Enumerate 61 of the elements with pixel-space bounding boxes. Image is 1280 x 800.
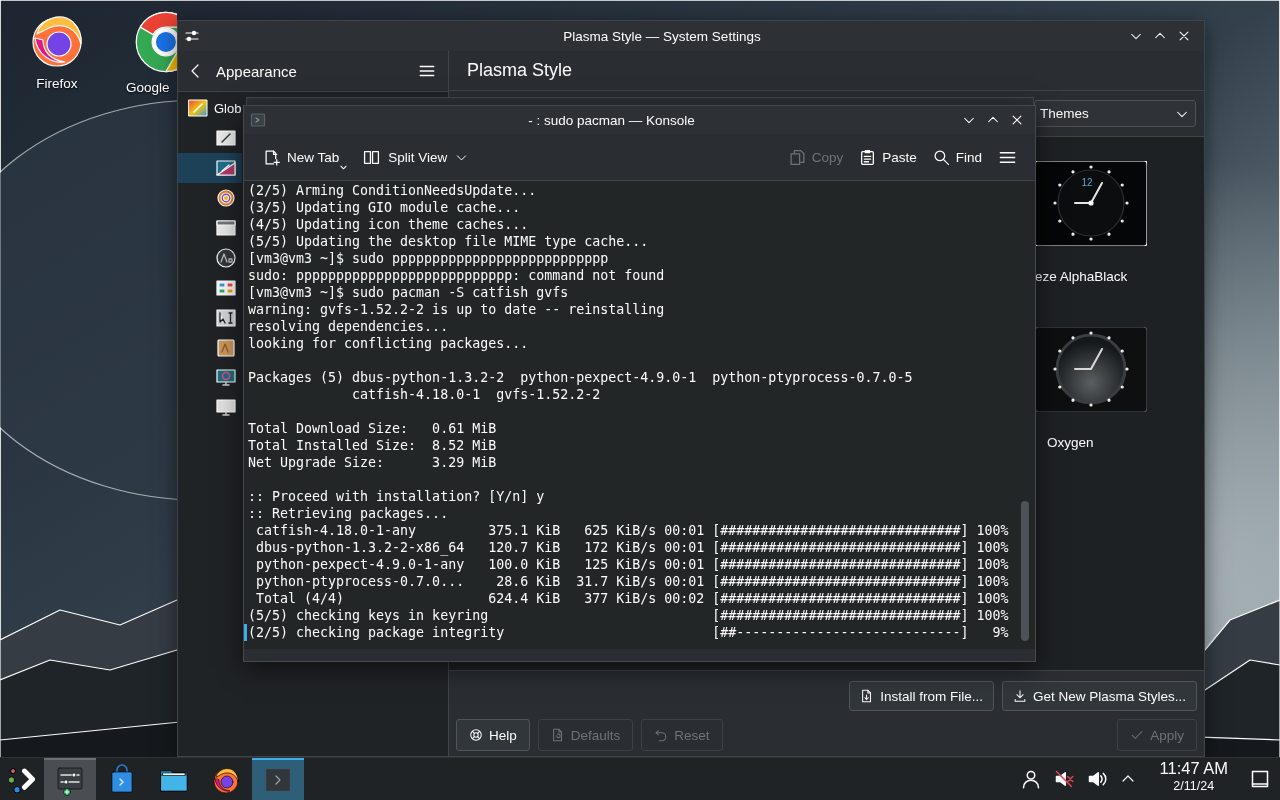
theme-name: eze AlphaBlack xyxy=(1035,269,1128,284)
paste-button[interactable]: Paste xyxy=(853,144,923,170)
launcher-icon xyxy=(9,767,35,793)
icon-label: Google xyxy=(126,80,170,95)
new-tab-icon xyxy=(264,148,281,166)
terminal-icon xyxy=(250,112,266,128)
search-icon xyxy=(932,148,950,166)
fonts-icon xyxy=(216,248,236,268)
clock[interactable]: 11:47 AM 2/11/24 xyxy=(1153,758,1234,800)
mute-button[interactable] xyxy=(1053,769,1074,789)
splash-screen-icon xyxy=(216,368,236,388)
sliders-icon xyxy=(184,28,200,44)
icon-label: Firefox xyxy=(36,76,78,91)
help-button[interactable]: Help xyxy=(456,719,530,751)
user-icon xyxy=(1020,769,1041,789)
show-desktop-button[interactable] xyxy=(1250,769,1270,789)
sidebar-header: Appearance xyxy=(216,62,298,80)
sliders-icon xyxy=(54,764,86,796)
text-cursor xyxy=(244,624,247,641)
colors-icon xyxy=(216,128,236,148)
global-theme-icon xyxy=(188,98,208,118)
page-title: Plasma Style xyxy=(467,60,573,81)
close-icon xyxy=(1177,29,1191,43)
user-button[interactable] xyxy=(1020,769,1041,789)
caret-icon xyxy=(340,164,348,170)
volume-button[interactable] xyxy=(1086,769,1107,789)
document-icon xyxy=(550,728,565,742)
checkmark-icon xyxy=(1130,728,1145,742)
login-screen-icon xyxy=(216,398,236,418)
muted-speaker-icon xyxy=(1053,769,1074,789)
theme-name: Oxygen xyxy=(1047,435,1094,450)
close-icon xyxy=(1010,113,1024,127)
plasma-style-icon xyxy=(216,158,236,178)
cursors-icon xyxy=(216,308,236,328)
show-desktop-icon xyxy=(1250,769,1270,789)
download-icon xyxy=(1012,689,1027,703)
split-view-icon xyxy=(363,148,381,166)
undo-icon xyxy=(654,728,669,742)
new-tab-button[interactable]: New Tab xyxy=(258,144,346,170)
font-management-icon xyxy=(216,338,236,358)
window-title: Plasma Style — System Settings xyxy=(562,28,762,44)
clock-numeral: 12 xyxy=(1081,177,1093,188)
download-button[interactable]: Get New Plasma Styles... xyxy=(1001,681,1197,711)
filter-dropdown[interactable]: Themes xyxy=(1034,100,1196,127)
konsole-task[interactable] xyxy=(252,758,304,800)
install-button[interactable]: Install from File... xyxy=(849,681,994,711)
split-view-button[interactable]: Split View xyxy=(357,144,475,170)
window-title: - : sudo pacman — Konsole xyxy=(527,112,696,128)
settings-task[interactable] xyxy=(44,758,96,800)
icons-icon xyxy=(216,278,236,298)
speaker-icon xyxy=(1086,769,1107,789)
find-button[interactable]: Find xyxy=(926,144,988,170)
sidebar-item[interactable] xyxy=(178,153,242,183)
scrollbar-thumb[interactable] xyxy=(1021,501,1029,641)
application-style-icon xyxy=(216,188,236,208)
copy-icon xyxy=(788,148,806,166)
sidebar-item[interactable]: Glob xyxy=(178,93,242,123)
clipboard-icon xyxy=(859,148,877,166)
window-decorations-icon xyxy=(216,218,236,238)
terminal-output: (2/5) Arming ConditionNeedsUpdate... (3/5) Updating GIO module cache... (4/5) Updating icon theme caches... (5/5) Updating the desktop file MIME type cache... [vm3@vm3 ~]$ sudo ppppppppppppppppppppppppppp sudo: ppppppppppppppppppppppppppp: command not found [vm3@vm3 ~]$ sudo pacman -S catfish gvfs warning: gvfs-1.52.2-2 is up to date -- reinstalling resolving dependencies... looking for conflicting packages... Packages (5) dbus-python-1.3.2-2 python-pexpect-4.9.0-1 python-ptyprocess-0.7.0-5 catfish-4.18.0-1 gvfs-1.52.2-2 Total Download Size: 0.61 MiB Total Installed Size: 8.52 MiB Net Upgrade Size: 3.29 MiB :: Proceed with installation? [Y/n] y :: Retrieving packages... catfish-4.18.0-1-any 375.1 KiB 625 KiB/s 00:01 [##############################] 100% dbus-python-1.3.2-2-x86_64 120.7 KiB 172 KiB/s 00:01 [##############################] 100% python-pexpect-4.9.0-1-any 100.0 KiB 125 KiB/s 00:01 [##############################] 100% python-ptyprocess-0.7.0... 28.6 KiB 31.7 KiB/s 00:01 [##############################] 100% Total (4/4) 624.4 KiB 377 KiB/s 00:02 [##############################] 100% (5/5) checking keys in keyring [##############################] 100% (2/5) checking package integrity [##----------------------------] 9% xyxy=(248,182,1009,641)
lifebuoy-icon xyxy=(469,728,483,742)
